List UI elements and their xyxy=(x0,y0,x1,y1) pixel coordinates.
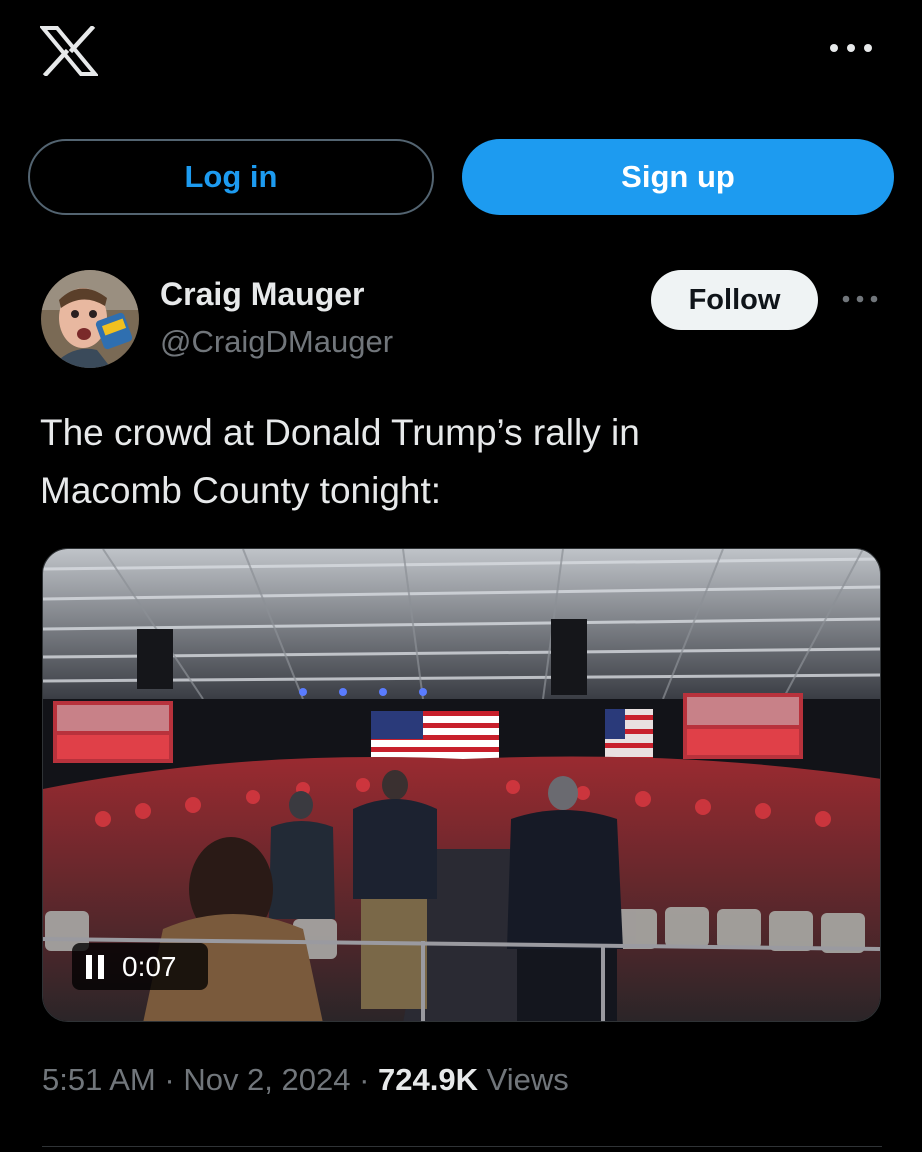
pause-icon[interactable] xyxy=(86,954,106,979)
separator: · xyxy=(155,1062,184,1097)
signup-button[interactable]: Sign up xyxy=(462,139,894,215)
tweet-text-line: Macomb County tonight: xyxy=(40,470,442,511)
separator: · xyxy=(350,1062,379,1097)
tweet-text: The crowd at Donald Trump’s rally in Mac… xyxy=(40,404,880,520)
follow-button[interactable]: Follow xyxy=(651,270,818,330)
more-horizontal-icon[interactable] xyxy=(840,291,880,307)
tweet-text-line: The crowd at Donald Trump’s rally in xyxy=(40,412,640,453)
video-time: 0:07 xyxy=(122,950,177,982)
divider xyxy=(42,1146,882,1147)
author-handle[interactable]: @CraigDMauger xyxy=(160,324,393,360)
more-horizontal-icon[interactable] xyxy=(826,38,876,58)
tweet-meta: 5:51 AM · Nov 2, 2024 · 724.9K Views xyxy=(42,1062,569,1098)
tweet-page: Log in Sign up Craig Mauger @CraigDMauge… xyxy=(0,0,922,1152)
video-timer-badge[interactable]: 0:07 xyxy=(72,943,208,990)
login-button[interactable]: Log in xyxy=(28,139,434,215)
author-name[interactable]: Craig Mauger xyxy=(160,276,364,313)
avatar[interactable] xyxy=(41,270,139,368)
tweet-time[interactable]: 5:51 AM xyxy=(42,1062,156,1097)
tweet-date[interactable]: Nov 2, 2024 xyxy=(183,1062,350,1097)
views-label: Views xyxy=(478,1062,569,1097)
x-logo-icon[interactable] xyxy=(40,26,98,76)
views-count: 724.9K xyxy=(378,1062,479,1097)
